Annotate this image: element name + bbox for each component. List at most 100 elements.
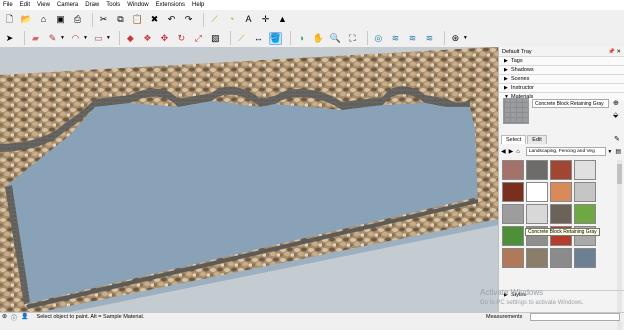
warehouse-icon[interactable]: ◎ xyxy=(372,32,385,45)
material-preview[interactable] xyxy=(503,98,529,124)
offset-icon[interactable]: ▧ xyxy=(209,32,222,45)
sample-paint-icon[interactable]: ⬙ xyxy=(613,111,618,119)
material-swatch[interactable] xyxy=(574,248,596,268)
back-arrow-icon[interactable]: ◀ xyxy=(501,148,506,155)
forward-arrow-icon[interactable]: ▶ xyxy=(509,148,514,155)
share-model-icon[interactable]: ≋ xyxy=(406,32,419,45)
new-file-icon[interactable]: 🗋 xyxy=(3,13,16,26)
menu-view[interactable]: View xyxy=(37,2,50,8)
material-swatch[interactable] xyxy=(574,160,596,180)
protractor-icon[interactable]: ◔ xyxy=(225,13,238,26)
paint-bucket-icon[interactable]: 🪣 xyxy=(268,31,282,45)
toolbar-separator xyxy=(229,31,231,45)
material-swatch[interactable] xyxy=(526,182,548,202)
material-swatch[interactable] xyxy=(502,248,524,268)
arc-icon[interactable]: ◠ xyxy=(69,32,82,45)
material-swatch[interactable] xyxy=(502,226,524,246)
library-dropdown[interactable]: Landscaping, Fencing and Veg xyxy=(525,147,607,156)
menu-window[interactable]: Window xyxy=(127,2,148,8)
print-icon[interactable]: ⎙ xyxy=(71,13,84,26)
user-icon[interactable]: 👤 xyxy=(21,313,28,322)
material-swatch[interactable] xyxy=(502,160,524,180)
eraser-icon[interactable]: ▰ xyxy=(29,32,42,45)
redo-icon[interactable]: ↷ xyxy=(182,13,195,26)
material-swatch[interactable] xyxy=(526,160,548,180)
chevron-down-icon[interactable]: ▼ xyxy=(106,35,111,41)
orbit-icon[interactable]: ◑ xyxy=(295,32,308,45)
material-swatch[interactable] xyxy=(574,204,596,224)
move-icon[interactable]: ✥ xyxy=(158,32,171,45)
tape-icon[interactable]: ⟋ xyxy=(235,32,248,45)
extension-manager-icon[interactable]: ⊛ xyxy=(449,32,462,45)
menu-draw[interactable]: Draw xyxy=(85,2,99,8)
home-icon[interactable]: ⌂ xyxy=(516,149,520,155)
rectangle-icon[interactable]: ▭ xyxy=(92,32,105,45)
menu-edit[interactable]: Edit xyxy=(20,2,30,8)
copy-icon[interactable]: ⧉ xyxy=(114,13,127,26)
swatch-scrollbar[interactable] xyxy=(617,160,622,330)
measurements-label: Measurements xyxy=(486,314,523,320)
toolbar-separator xyxy=(118,31,120,45)
eyedropper-icon[interactable]: ✎ xyxy=(614,135,620,143)
axes-icon[interactable]: ✛ xyxy=(259,13,272,26)
chevron-down-icon[interactable]: ▼ xyxy=(60,35,65,41)
open-folder-icon[interactable]: 📂 xyxy=(20,13,33,26)
erase-icon[interactable]: ✖ xyxy=(148,13,161,26)
menu-extensions[interactable]: Extensions xyxy=(156,2,185,8)
pencil-icon[interactable]: ✎ xyxy=(46,32,59,45)
menu-tools[interactable]: Tools xyxy=(106,2,120,8)
tape-measure-icon[interactable]: ⟋ xyxy=(208,13,221,26)
menu-file[interactable]: File xyxy=(3,2,13,8)
cut-icon[interactable]: ✂ xyxy=(97,13,110,26)
dimension-icon[interactable]: ↔ xyxy=(252,32,265,45)
material-swatch[interactable] xyxy=(574,182,596,202)
material-swatch[interactable] xyxy=(550,160,572,180)
zoom-icon[interactable]: 🔍 xyxy=(329,32,342,45)
details-icon[interactable]: ▤ xyxy=(615,148,621,155)
scale-icon[interactable]: ⤢ xyxy=(192,32,205,45)
info-icon[interactable]: ⓘ xyxy=(11,313,17,322)
panel-instructor[interactable]: ▶ Instructor xyxy=(499,83,624,92)
rotate-icon[interactable]: ↻ xyxy=(175,32,188,45)
material-swatch[interactable] xyxy=(526,248,548,268)
geo-location-icon[interactable]: ⊛ xyxy=(2,313,7,322)
create-material-icon[interactable]: ⊕ xyxy=(613,99,619,107)
material-swatch[interactable] xyxy=(550,182,572,202)
extension-warehouse-icon[interactable]: ≋ xyxy=(389,32,402,45)
section-plane-icon[interactable]: ▲ xyxy=(276,13,289,26)
text-icon[interactable]: A xyxy=(242,13,255,26)
material-swatch[interactable] xyxy=(550,204,572,224)
layout-icon[interactable]: ≋ xyxy=(423,32,436,45)
pan-icon[interactable]: ✋ xyxy=(312,32,325,45)
chevron-down-icon[interactable]: ▼ xyxy=(83,35,88,41)
chevron-down-icon[interactable]: ▼ xyxy=(463,35,468,41)
menu-camera[interactable]: Camera xyxy=(57,2,78,8)
material-swatch[interactable] xyxy=(526,204,548,224)
menu-bar: File Edit View Camera Draw Tools Window … xyxy=(0,0,624,10)
house-icon[interactable]: ⌂ xyxy=(37,13,50,26)
select-arrow-icon[interactable]: ➤ xyxy=(3,32,16,45)
tab-select[interactable]: Select xyxy=(501,135,527,144)
undo-icon[interactable]: ↶ xyxy=(165,13,178,26)
expand-arrow-icon: ▶ xyxy=(504,85,508,91)
pin-icon[interactable]: 📌 xyxy=(608,49,615,55)
panel-tags[interactable]: ▶ Tags xyxy=(499,56,624,65)
tab-edit[interactable]: Edit xyxy=(527,135,547,144)
paste-icon[interactable]: 📋 xyxy=(131,13,144,26)
chevron-down-icon[interactable]: ▼ xyxy=(607,149,612,155)
save-icon[interactable]: ▣ xyxy=(54,13,67,26)
material-name-field[interactable]: Concrete Block Retaining Gray xyxy=(532,99,609,108)
scrollbar-thumb[interactable] xyxy=(617,164,622,184)
model-viewport[interactable] xyxy=(0,47,498,312)
material-swatch[interactable] xyxy=(502,204,524,224)
push-pull-icon[interactable]: ◆ xyxy=(124,32,137,45)
follow-me-icon[interactable]: ❖ xyxy=(141,32,154,45)
zoom-extents-icon[interactable]: ⛶ xyxy=(346,32,359,45)
menu-help[interactable]: Help xyxy=(192,2,204,8)
material-swatch[interactable] xyxy=(502,182,524,202)
measurements-input[interactable] xyxy=(530,313,620,321)
panel-scenes[interactable]: ▶ Scenes xyxy=(499,74,624,83)
close-icon[interactable]: ✕ xyxy=(616,49,621,55)
material-swatch[interactable] xyxy=(550,248,572,268)
panel-shadows[interactable]: ▶ Shadows xyxy=(499,65,624,74)
